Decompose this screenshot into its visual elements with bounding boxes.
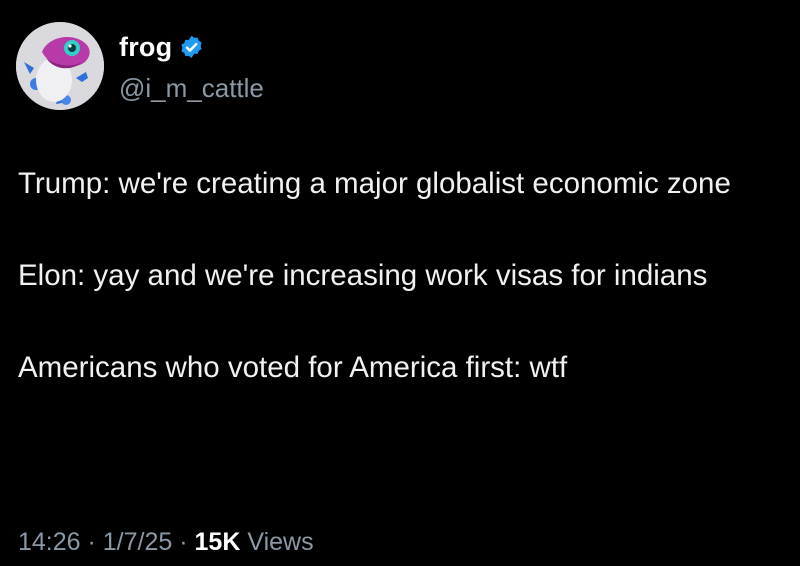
frog-avatar-icon [16, 22, 104, 110]
display-name[interactable]: frog [119, 32, 172, 63]
meta-separator: · [172, 528, 195, 556]
views-label: Views [247, 528, 314, 556]
tweet-paragraph: Americans who voted for America first: w… [18, 351, 568, 384]
tweet-meta: 14:26 · 1/7/25 · 15K Views [18, 528, 314, 557]
author-name-row: frog [119, 32, 205, 63]
tweet-paragraph: Trump: we're creating a major globalist … [18, 167, 731, 200]
tweet-text: Trump: we're creating a major globalist … [18, 163, 778, 389]
tweet-date[interactable]: 1/7/25 [103, 528, 173, 556]
tweet: frog @i_m_cattle Trump: we're creating a… [0, 0, 800, 566]
views-count[interactable]: 15K [195, 528, 241, 556]
avatar[interactable] [16, 22, 104, 110]
author-handle[interactable]: @i_m_cattle [119, 73, 264, 104]
tweet-time[interactable]: 14:26 [18, 528, 81, 556]
verified-badge-icon [181, 35, 202, 58]
tweet-paragraph: Elon: yay and we're increasing work visa… [18, 259, 708, 292]
meta-separator: · [80, 528, 103, 556]
